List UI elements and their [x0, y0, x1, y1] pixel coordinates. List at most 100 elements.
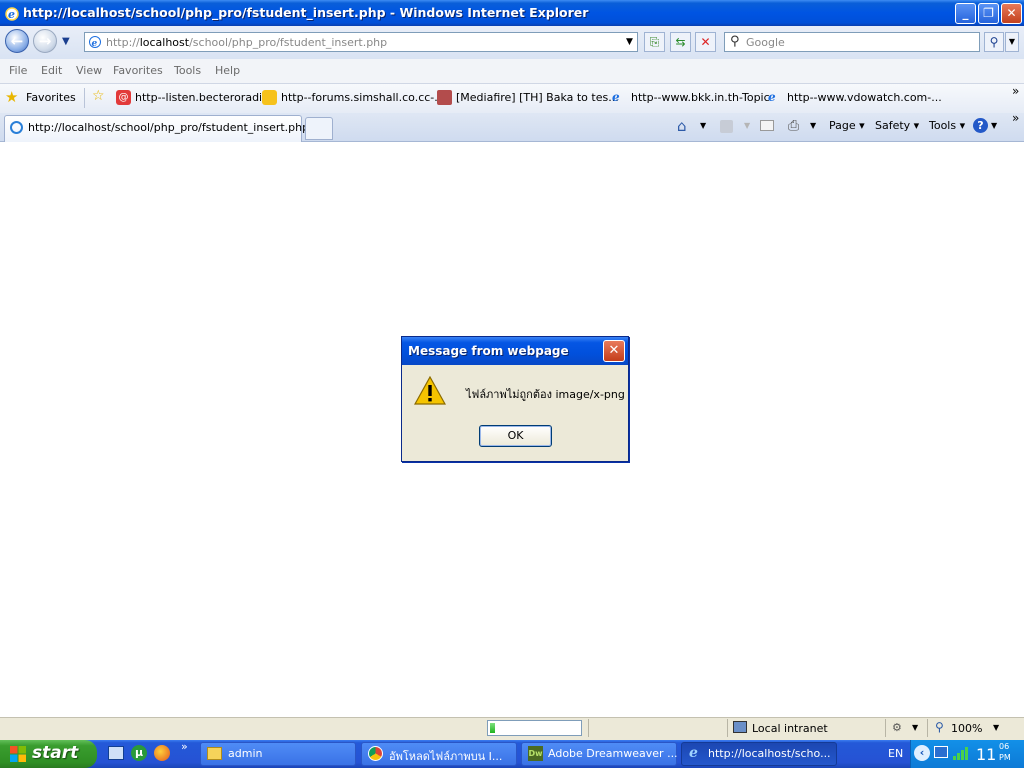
favorite-link[interactable]: http--listen.becteroradio	[135, 91, 269, 104]
page-menu-label: Page	[829, 119, 856, 132]
progress-bar	[487, 720, 582, 736]
language-indicator[interactable]: EN	[888, 747, 903, 760]
compatibility-view-button[interactable]: ⎘	[644, 32, 665, 52]
clock-period: PM	[999, 753, 1011, 762]
utorrent-icon[interactable]: µ	[131, 745, 147, 761]
print-icon[interactable]: ⎙	[788, 118, 799, 134]
ok-button[interactable]: OK	[479, 425, 552, 447]
print-dropdown-icon[interactable]: ▼	[810, 121, 816, 130]
windows-logo-icon	[10, 746, 26, 762]
zoom-level[interactable]: 100%	[951, 722, 982, 735]
favorite-link[interactable]: [Mediafire] [TH] Baka to tes...	[456, 91, 619, 104]
menu-tools[interactable]: Tools	[174, 64, 201, 77]
tools-menu-label: Tools	[929, 119, 957, 132]
favorites-star-icon: ★	[5, 88, 19, 106]
dialog-message: ไฟล์ภาพไม่ถูกต้อง image/x-png	[466, 388, 625, 401]
home-dropdown-icon[interactable]: ▼	[700, 121, 706, 130]
folder-icon	[207, 747, 222, 760]
help-dropdown-icon[interactable]: ▼	[991, 121, 997, 130]
favorite-link[interactable]: http--www.vdowatch.com-...	[787, 91, 942, 104]
start-label: start	[32, 743, 79, 763]
zoom-dropdown-icon[interactable]: ▼	[993, 723, 999, 732]
mail-icon[interactable]	[760, 120, 774, 131]
site-favicon-icon	[262, 90, 277, 105]
search-placeholder: Google	[746, 36, 785, 49]
page-ie-icon: e	[89, 36, 101, 49]
window-title: http://localhost/school/php_pro/fstudent…	[23, 5, 589, 20]
search-button[interactable]: ⚲	[984, 32, 1004, 52]
refresh-button[interactable]: ⇆	[670, 32, 691, 52]
recent-pages-dropdown-icon[interactable]: ▼	[62, 36, 70, 47]
restore-button[interactable]: ❐	[978, 3, 999, 24]
warning-icon	[414, 376, 446, 405]
zoom-icon: ⚲	[935, 720, 944, 734]
divider	[727, 719, 728, 737]
clock-minutes: 06	[999, 742, 1010, 751]
show-desktop-icon[interactable]	[108, 746, 124, 760]
back-arrow-icon: ←	[10, 32, 24, 50]
menu-edit[interactable]: Edit	[41, 64, 62, 77]
address-dropdown-icon[interactable]: ▼	[622, 33, 637, 51]
network-icon[interactable]	[934, 746, 948, 758]
new-tab-button[interactable]	[305, 117, 333, 140]
favorite-link[interactable]: http--www.bkk.in.th-Topic	[631, 91, 770, 104]
protected-mode-icon[interactable]: ⚙	[892, 721, 902, 734]
menu-favorites[interactable]: Favorites	[113, 64, 163, 77]
ie-page-icon: e	[612, 90, 620, 104]
menu-help[interactable]: Help	[215, 64, 240, 77]
tools-menu[interactable]: Tools ▾	[929, 119, 965, 132]
menu-view[interactable]: View	[76, 64, 102, 77]
divider	[885, 719, 886, 737]
minimize-button[interactable]: _	[955, 3, 976, 24]
site-favicon-icon: @	[116, 90, 131, 105]
forward-button[interactable]: →	[33, 29, 57, 53]
feeds-icon[interactable]	[720, 120, 733, 133]
ie-logo-icon: e	[5, 7, 19, 21]
command-bar-more-chevron[interactable]: »	[1012, 111, 1019, 125]
taskbar-item-label: admin	[228, 747, 263, 760]
site-favicon-icon	[437, 90, 452, 105]
stop-button[interactable]: ✕	[695, 32, 716, 52]
search-options-dropdown-icon[interactable]: ▼	[1005, 32, 1019, 52]
divider	[84, 88, 85, 108]
back-button[interactable]: ←	[5, 29, 29, 53]
help-icon[interactable]: ?	[973, 118, 988, 133]
svg-text:e: e	[92, 39, 98, 49]
favorites-more-chevron[interactable]: »	[1012, 84, 1019, 98]
add-to-favorites-icon[interactable]: ☆	[92, 88, 105, 104]
svg-text:e: e	[8, 8, 15, 21]
chrome-icon	[368, 746, 383, 761]
ie-icon: e	[689, 745, 698, 761]
clock-hour: 11	[976, 745, 997, 764]
progress-fill	[490, 723, 495, 733]
taskbar-item-label: Adobe Dreamweaver ...	[548, 747, 678, 760]
favorites-button[interactable]: Favorites	[26, 91, 76, 104]
taskbar-item-label: http://localhost/scho...	[708, 747, 831, 760]
taskbar-item[interactable]	[200, 742, 356, 766]
safety-menu-label: Safety	[875, 119, 911, 132]
home-icon[interactable]: ⌂	[677, 117, 687, 135]
menu-file[interactable]: File	[9, 64, 27, 77]
dialog-title: Message from webpage	[408, 344, 569, 358]
close-window-button[interactable]: ✕	[1001, 3, 1022, 24]
ie-page-icon: e	[768, 90, 776, 104]
tray-expand-icon[interactable]: ‹	[914, 745, 930, 761]
loading-icon	[10, 121, 23, 134]
signal-strength-icon[interactable]	[952, 745, 968, 761]
security-zone-label: Local intranet	[752, 722, 828, 735]
intranet-zone-icon	[733, 721, 747, 733]
protected-mode-dropdown-icon[interactable]: ▼	[912, 723, 918, 732]
divider	[927, 719, 928, 737]
forward-arrow-icon: →	[38, 32, 52, 50]
dialog-close-button[interactable]: ✕	[603, 340, 625, 362]
taskbar-item-label: อัพโหลดไฟล์ภาพบน I...	[389, 750, 503, 763]
quick-launch-chevron[interactable]: »	[181, 740, 188, 753]
url-text: http://localhost/school/php_pro/fstudent…	[106, 36, 388, 49]
divider	[588, 719, 589, 737]
safety-menu[interactable]: Safety ▾	[875, 119, 919, 132]
tab-title: http://localhost/school/php_pro/fstudent…	[28, 121, 310, 134]
favorite-link[interactable]: http--forums.simshall.co.cc-...	[281, 91, 445, 104]
page-menu[interactable]: Page ▾	[829, 119, 865, 132]
dreamweaver-icon: Dw	[528, 746, 543, 761]
firefox-icon[interactable]	[154, 745, 170, 761]
